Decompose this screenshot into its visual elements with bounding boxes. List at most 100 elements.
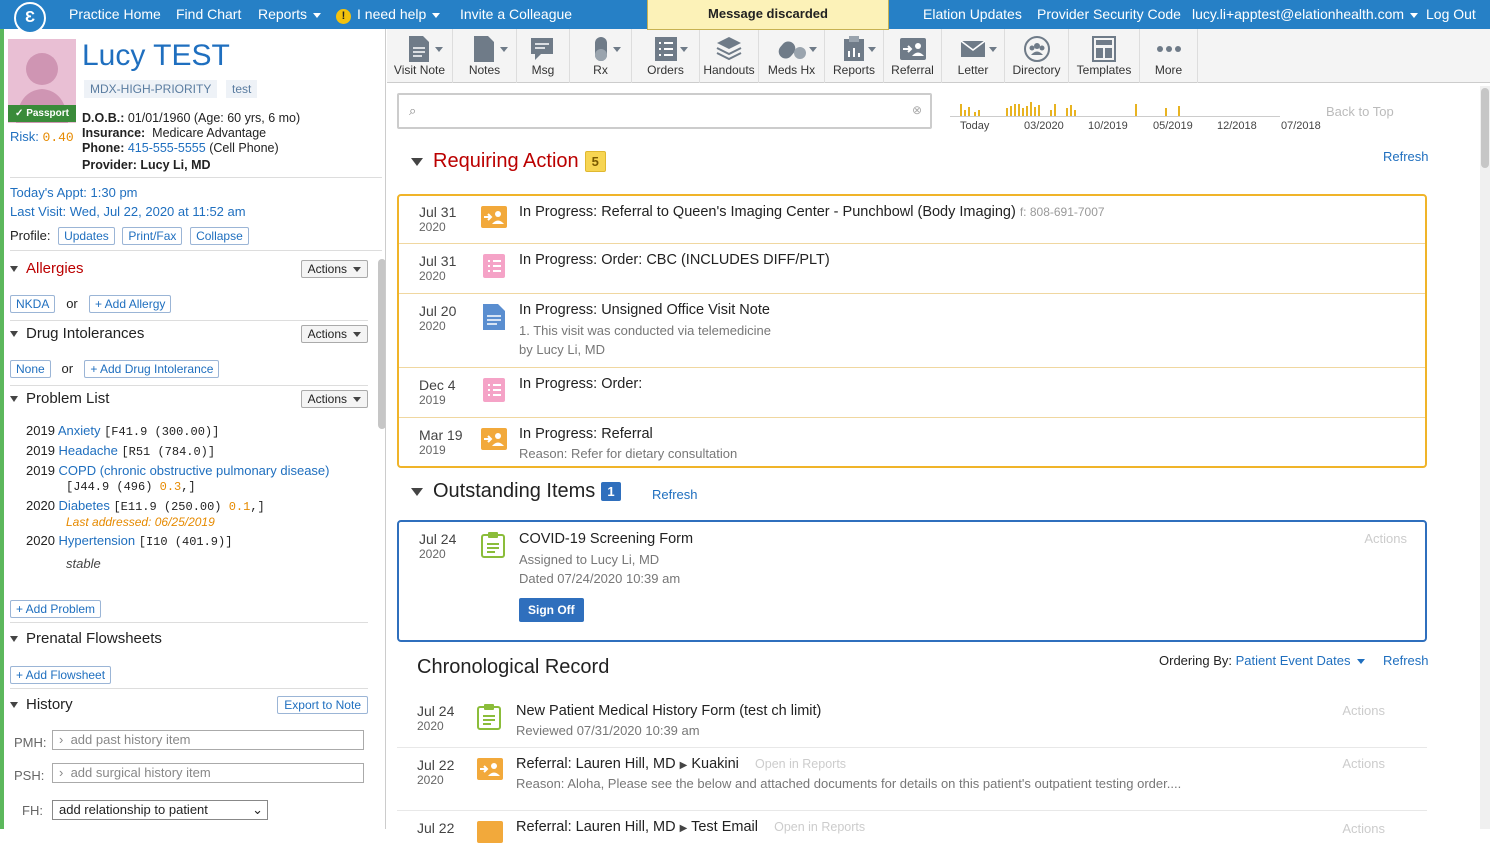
- list-item[interactable]: Jul 24 2020 New Patient Medical History F…: [397, 694, 1427, 748]
- row-actions[interactable]: Actions: [1342, 756, 1385, 771]
- timeline-bar[interactable]: [968, 107, 970, 116]
- timeline-bar[interactable]: [1070, 105, 1072, 116]
- chart-search-input[interactable]: ⌕ ⊗: [397, 93, 932, 129]
- timeline-bar[interactable]: [978, 110, 980, 116]
- tag-mdx[interactable]: MDX-HIGH-PRIORITY: [84, 80, 218, 98]
- problem-link[interactable]: COPD (chronic obstructive pulmonary dise…: [59, 463, 330, 478]
- requiring-action-refresh[interactable]: Refresh: [1383, 149, 1429, 164]
- drug-intolerances-actions-button[interactable]: Actions: [300, 325, 368, 343]
- toolbar-templates-button[interactable]: Templates: [1069, 29, 1140, 83]
- list-item[interactable]: Jul 31 2020 In Progress: Order: CBC (INCL…: [399, 244, 1425, 294]
- main-scrollbar-thumb[interactable]: [1481, 88, 1489, 168]
- nav-log-out[interactable]: Log Out: [1426, 6, 1476, 22]
- export-to-note-button[interactable]: Export to Note: [277, 696, 368, 714]
- problem-list-header[interactable]: Problem List Actions: [10, 390, 368, 412]
- toolbar-visit-note-button[interactable]: Visit Note: [387, 29, 453, 83]
- clear-icon[interactable]: ⊗: [912, 103, 922, 117]
- chart-timeline[interactable]: Today 03/2020 10/2019 05/2019 12/2018 07/2018: [950, 92, 1321, 137]
- timeline-bar[interactable]: [1014, 104, 1016, 116]
- allergies-header[interactable]: Allergies Actions: [10, 260, 368, 282]
- prenatal-header[interactable]: Prenatal Flowsheets: [10, 630, 368, 652]
- ordering-dropdown[interactable]: Patient Event Dates: [1236, 653, 1365, 668]
- problem-link[interactable]: Anxiety: [58, 423, 101, 438]
- problem-link[interactable]: Headache: [59, 443, 118, 458]
- toolbar-meds-hx-button[interactable]: Meds Hx: [759, 29, 825, 83]
- back-to-top-link[interactable]: Back to Top: [1326, 104, 1394, 119]
- list-item[interactable]: Jul 20 2020 In Progress: Unsigned Office …: [399, 294, 1425, 368]
- timeline-bar[interactable]: [1054, 104, 1056, 116]
- nav-elation-updates[interactable]: Elation Updates: [923, 6, 1022, 22]
- elation-logo-icon[interactable]: Ɛ: [14, 2, 46, 34]
- list-item[interactable]: Jul 22 Referral: Lauren Hill, MD ▶ Test …: [397, 811, 1427, 843]
- nav-find-chart[interactable]: Find Chart: [176, 6, 241, 22]
- toolbar-letter-button[interactable]: Letter: [942, 29, 1005, 83]
- nav-invite-colleague[interactable]: Invite a Colleague: [460, 6, 572, 22]
- outstanding-refresh[interactable]: Refresh: [652, 487, 698, 502]
- todays-appt[interactable]: Today's Appt: 1:30 pm: [10, 185, 138, 200]
- nav-practice-home[interactable]: Practice Home: [69, 6, 161, 22]
- toolbar-referral-button[interactable]: Referral: [884, 29, 942, 83]
- timeline-bar[interactable]: [1178, 106, 1180, 116]
- add-problem-button[interactable]: + Add Problem: [10, 600, 102, 618]
- collapse-button[interactable]: Collapse: [190, 227, 249, 245]
- problem-list-actions-button[interactable]: Actions: [300, 390, 368, 408]
- last-visit[interactable]: Last Visit: Wed, Jul 22, 2020 at 11:52 a…: [10, 204, 246, 219]
- timeline-bar[interactable]: [1135, 104, 1137, 116]
- timeline-bar[interactable]: [1006, 108, 1008, 116]
- problem-link[interactable]: Diabetes: [59, 498, 110, 513]
- toolbar-handouts-button[interactable]: Handouts: [700, 29, 759, 83]
- tag-test[interactable]: test: [226, 80, 258, 98]
- timeline-bar[interactable]: [1010, 106, 1012, 116]
- toolbar-more-button[interactable]: More: [1140, 29, 1198, 83]
- add-drug-intolerance-button[interactable]: + Add Drug Intolerance: [84, 360, 220, 378]
- requiring-action-header[interactable]: Requiring Action 5: [411, 150, 606, 173]
- timeline-bar[interactable]: [974, 112, 976, 116]
- outstanding-items-header[interactable]: Outstanding Items 1: [411, 480, 621, 503]
- chronological-refresh[interactable]: Refresh: [1383, 653, 1429, 668]
- toolbar-directory-button[interactable]: Directory: [1005, 29, 1069, 83]
- row-actions[interactable]: Actions: [1364, 531, 1407, 546]
- row-title[interactable]: COVID-19 Screening Form: [519, 531, 693, 547]
- add-flowsheet-button[interactable]: + Add Flowsheet: [10, 666, 112, 684]
- psh-input[interactable]: › add surgical history item: [52, 763, 364, 783]
- toolbar-reports-button[interactable]: Reports: [825, 29, 884, 83]
- timeline-bar[interactable]: [1026, 106, 1028, 116]
- timeline-bar[interactable]: [1030, 102, 1032, 116]
- problem-link[interactable]: Hypertension: [59, 533, 136, 548]
- nav-provider-security-code[interactable]: Provider Security Code: [1037, 6, 1181, 22]
- nav-reports[interactable]: Reports: [258, 6, 322, 22]
- pmh-input[interactable]: › add past history item: [52, 730, 364, 750]
- nav-help[interactable]: ! I need help: [336, 6, 441, 24]
- timeline-bar[interactable]: [1165, 108, 1167, 116]
- open-in-reports-link[interactable]: Open in Reports: [774, 820, 865, 834]
- fh-select[interactable]: add relationship to patient ⌄: [52, 800, 268, 820]
- timeline-bar[interactable]: [964, 110, 966, 116]
- allergies-actions-button[interactable]: Actions: [300, 260, 368, 278]
- timeline-bar[interactable]: [1034, 107, 1036, 116]
- print-fax-button[interactable]: Print/Fax: [122, 227, 183, 245]
- open-in-reports-link[interactable]: Open in Reports: [755, 757, 846, 771]
- history-header[interactable]: History Export to Note: [10, 696, 368, 718]
- timeline-bar[interactable]: [960, 104, 962, 116]
- row-actions[interactable]: Actions: [1342, 703, 1385, 718]
- timeline-bar[interactable]: [1050, 110, 1052, 116]
- timeline-bar[interactable]: [1038, 105, 1040, 116]
- list-item[interactable]: Jul 31 2020 In Progress: Referral to Quee…: [399, 196, 1425, 244]
- drug-intolerances-header[interactable]: Drug Intolerances Actions: [10, 325, 368, 347]
- toolbar-rx-button[interactable]: Rx: [570, 29, 632, 83]
- phone-link[interactable]: 415-555-5555: [128, 141, 206, 155]
- list-item[interactable]: Dec 4 2019 In Progress: Order:: [399, 368, 1425, 418]
- passport-badge[interactable]: ✓ Passport: [8, 105, 76, 122]
- toolbar-msg-button[interactable]: Msg: [517, 29, 570, 83]
- list-item[interactable]: Jul 22 2020 Referral: Lauren Hill, MD ▶ K…: [397, 748, 1427, 811]
- none-button[interactable]: None: [10, 360, 51, 378]
- timeline-bar[interactable]: [1066, 108, 1068, 116]
- nkda-button[interactable]: NKDA: [10, 295, 56, 313]
- updates-button[interactable]: Updates: [58, 227, 115, 245]
- list-item[interactable]: Mar 19 2019 In Progress: Referral Reason:…: [399, 418, 1425, 466]
- nav-user-menu[interactable]: lucy.li+apptest@elationhealth.com: [1192, 6, 1419, 22]
- timeline-bar[interactable]: [1018, 104, 1020, 116]
- toolbar-notes-button[interactable]: Notes: [453, 29, 517, 83]
- main-scrollbar[interactable]: [1480, 86, 1490, 829]
- sign-off-button[interactable]: Sign Off: [519, 598, 584, 622]
